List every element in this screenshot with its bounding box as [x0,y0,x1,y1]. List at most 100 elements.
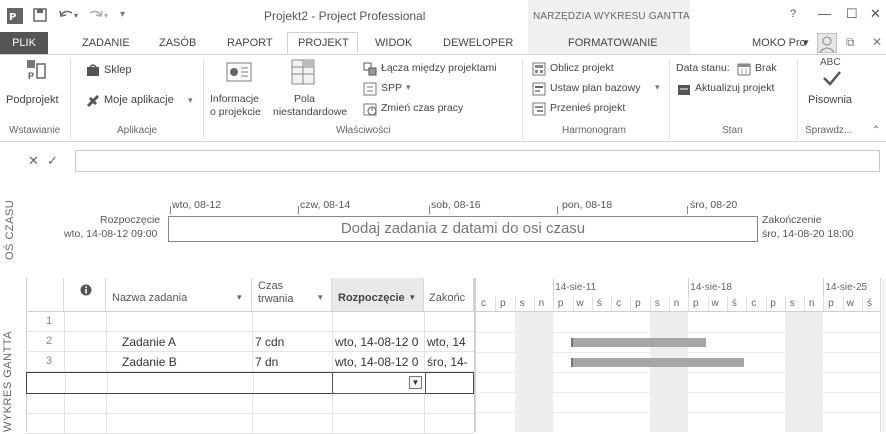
tab-task[interactable]: ZADANIE [82,37,130,49]
accept-entry-button[interactable]: ✓ [47,153,58,169]
window-title: Projekt2 - Project Professional [264,9,426,23]
custom-fields-line2[interactable]: niestandardowe [273,106,347,118]
start-cell[interactable]: wto, 14-08-12 0 [335,355,423,369]
table-row[interactable] [26,394,474,414]
table-row[interactable] [26,414,474,434]
close-doc-icon[interactable]: ✕ [872,35,882,49]
svg-text:P: P [28,71,34,81]
timeline-placeholder: Dodaj zadania z datami do osi czasu [340,220,586,237]
active-start-cell[interactable]: ▼ [332,372,426,394]
group-label-apps: Aplikacje [117,125,158,136]
tab-resource[interactable]: ZASÓB [159,37,196,49]
redo-icon[interactable]: ▾ [88,7,114,23]
update-project-button[interactable]: Aktualizuj projekt [695,82,774,94]
duration-cell[interactable]: 7 cdn [255,335,284,349]
finish-cell[interactable]: wto, 14 [427,335,473,349]
entry-input[interactable] [75,150,880,172]
date-picker-dropdown-icon[interactable]: ▼ [409,376,422,389]
collapse-ribbon-icon[interactable]: ⌃ [872,125,880,136]
gantt-bar[interactable] [570,338,706,347]
project-info-line2[interactable]: o projekcie [210,106,261,118]
move-project-button[interactable]: Przenieś projekt [550,102,625,114]
table-row[interactable]: 2 Zadanie A 7 cdn wto, 14-08-12 0 wto, 1… [26,332,474,352]
timeline-tick [298,206,299,214]
wbs-button[interactable]: SPP [381,82,402,94]
gantt-row-line [476,332,880,333]
tab-format[interactable]: FORMATOWANIE [568,37,658,49]
column-header-name[interactable]: Nazwa zadania ▾ [106,278,252,312]
wbs-dropdown-icon[interactable]: ▾ [406,82,411,93]
timeline[interactable]: OŚ CZASU Rozpoczęcie wto, 14-08-12 09:00… [0,186,886,268]
column-header-start[interactable]: Rozpoczęcie ▾ [332,278,424,312]
gantt-bar[interactable] [570,358,745,367]
account-dropdown-icon[interactable]: ▾ [803,36,809,49]
user-account[interactable]: MOKO Pro [752,37,806,49]
spelling-check-icon [822,69,842,87]
avatar[interactable] [817,33,837,53]
calculate-project-button[interactable]: Oblicz projekt [550,62,614,74]
links-between-projects-button[interactable]: Łącza między projektami [381,62,497,74]
row-number: 2 [46,335,53,347]
subproject-button[interactable]: Podprojekt [6,94,59,106]
tab-developer[interactable]: DEWELOPER [443,37,513,49]
links-icon [363,62,377,76]
timeline-end-label: Zakończenie [762,214,822,226]
status-date-label: Data stanu: [676,62,730,74]
duration-cell[interactable]: 7 dn [255,355,278,369]
column-header-name-label: Nazwa zadania [112,292,188,304]
filter-dropdown-icon[interactable]: ▾ [318,292,323,303]
tab-report[interactable]: RAPORT [227,37,273,49]
column-header-duration[interactable]: Czas trwania ▾ [252,278,332,312]
timeline-tick [429,206,430,214]
my-apps-dropdown-icon[interactable]: ▾ [188,95,193,106]
set-baseline-dropdown-icon[interactable]: ▾ [655,82,660,93]
ribbon-display-icon[interactable]: ⧉ [846,35,855,50]
set-baseline-button[interactable]: Ustaw plan bazowy [550,82,640,94]
my-apps-button[interactable]: Moje aplikacje [104,94,174,106]
customize-qat-icon[interactable]: ▾ [120,9,125,20]
column-header-finish[interactable]: Zakońc [424,278,474,312]
timescale-week-label: 14-sie-18 [690,282,732,293]
project-app-icon[interactable]: P [6,7,24,25]
custom-fields-line1[interactable]: Pola [294,93,315,105]
restore-button[interactable]: ☐ [846,6,858,22]
timescale-day-label: p [770,298,776,309]
timescale-day-label: ś [867,298,872,309]
title-bar: P ▾ ▾ ▾ Projekt2 - Project Professional … [0,0,886,32]
save-icon[interactable] [32,7,48,23]
project-info-line1[interactable]: Informacje [210,93,259,105]
select-all-cell[interactable] [26,278,64,312]
cancel-entry-button[interactable]: ✕ [28,153,39,169]
help-button[interactable]: ? [790,8,796,20]
timescale-day-label: p [693,298,699,309]
table-row[interactable]: 3 Zadanie B 7 dn wto, 14-08-12 0 śro, 14… [26,352,474,372]
tab-project[interactable]: PROJEKT [298,37,349,49]
spelling-button[interactable]: Pisownia [808,94,852,106]
filter-dropdown-icon[interactable]: ▾ [237,292,242,303]
task-name-cell[interactable]: Zadanie A [122,335,176,349]
cell-divider [65,373,66,393]
close-button[interactable]: ✕ [870,6,881,22]
finish-cell[interactable]: śro, 14- [427,355,473,369]
undo-icon[interactable]: ▾ [58,7,84,23]
group-divider [797,59,798,139]
gantt-chart[interactable]: c p s n p w ś c p s n p w ś c p s n p w ś 14-sie-11 14-sie-18 1… [476,278,880,432]
table-row[interactable]: 1 [26,312,474,332]
wbs-icon [363,82,377,96]
task-name-cell[interactable]: Zadanie B [122,355,177,369]
new-task-row[interactable]: ▼ [26,372,474,394]
filter-dropdown-icon[interactable]: ▾ [410,292,415,303]
tab-view[interactable]: WIDOK [375,37,412,49]
status-date-value[interactable]: Brak [755,62,777,74]
gantt-row-line [476,392,880,393]
gantt-row-line [476,352,880,353]
change-work-time-button[interactable]: Zmień czas pracy [381,102,463,114]
minimize-button[interactable]: — [818,6,831,21]
my-apps-icon [86,94,100,108]
tab-file[interactable]: PLIK [0,32,48,54]
timeline-tick-label: śro, 08-20 [690,199,738,211]
indicators-header[interactable] [64,278,106,312]
start-cell[interactable]: wto, 14-08-12 0 [335,335,423,349]
store-button[interactable]: Sklep [104,64,132,76]
vertical-scrollbar[interactable] [880,278,886,432]
